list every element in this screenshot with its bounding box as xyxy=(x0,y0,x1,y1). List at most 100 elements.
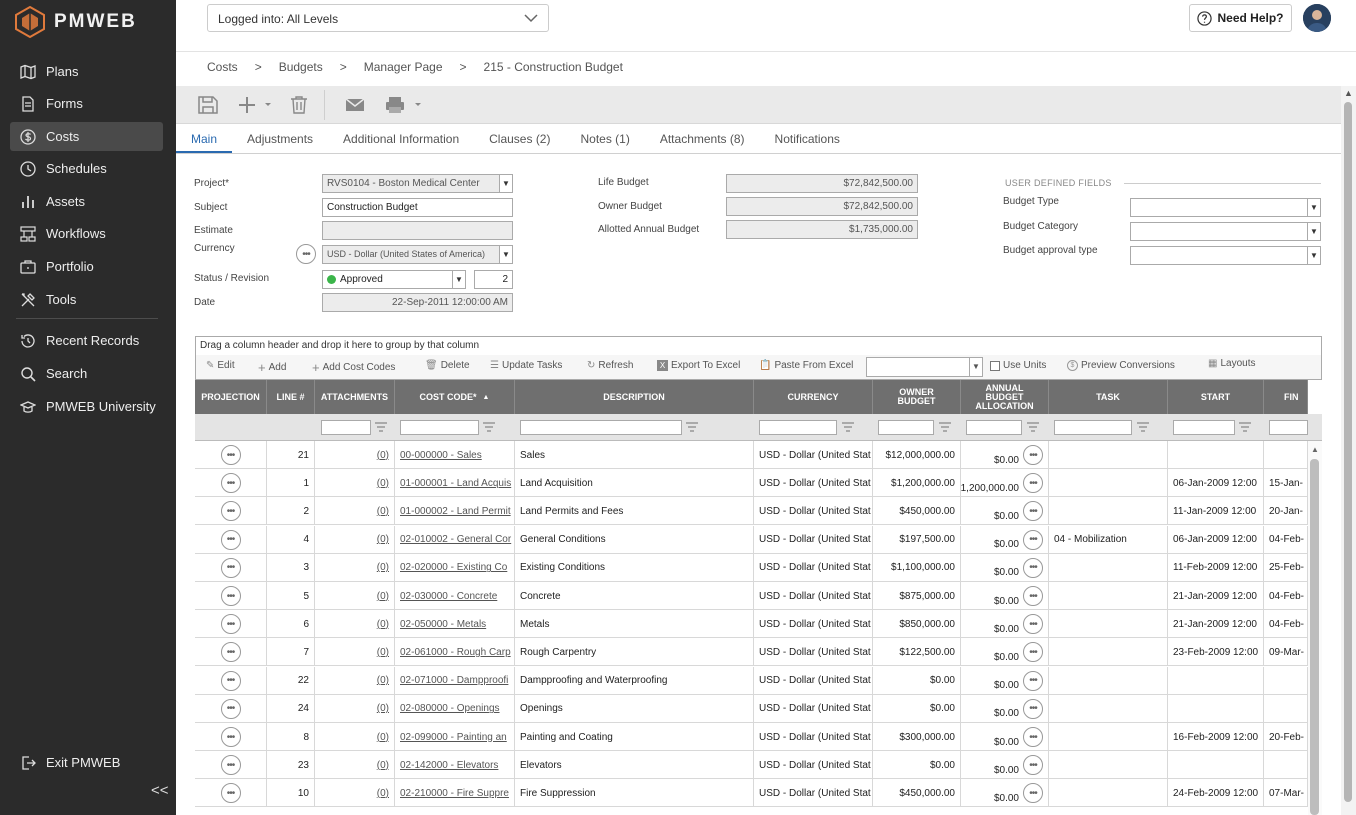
cost-code-cell[interactable]: 02-030000 - Concrete xyxy=(395,582,515,610)
export-to-excel-button[interactable]: X Export To Excel xyxy=(657,360,740,371)
cost-code-cell-text[interactable]: 02-080000 - Openings xyxy=(400,703,500,714)
attachments-cell[interactable]: (0) xyxy=(315,469,395,498)
page-vertical-scrollbar[interactable]: ▲ xyxy=(1341,86,1356,815)
projection-more-icon[interactable]: ••• xyxy=(220,727,241,747)
attachments-cell[interactable]: (0) xyxy=(315,751,395,780)
cost-code-cell[interactable]: 02-010002 - General Cor xyxy=(395,525,515,554)
project-field[interactable]: RVS0104 - Boston Medical Center xyxy=(322,174,500,193)
attachments-cell[interactable]: (0) xyxy=(315,723,395,751)
attachments-cell-text[interactable]: (0) xyxy=(377,478,389,489)
budget-type-dropdown-button[interactable]: ▼ xyxy=(1307,198,1321,217)
table-row[interactable]: ••• 5 (0) 02-030000 - Concrete Concrete USD -… xyxy=(195,582,1308,610)
projection-more-icon[interactable]: ••• xyxy=(220,642,241,663)
grid-scrollbar-thumb[interactable] xyxy=(1310,459,1319,815)
projection-more-icon[interactable]: ••• xyxy=(220,586,241,606)
attachments-cell-text[interactable]: (0) xyxy=(377,591,389,602)
cost-code-cell-text[interactable]: 02-210000 - Fire Suppre xyxy=(400,788,509,799)
grid-view-dropdown-button[interactable]: ▼ xyxy=(969,357,983,377)
cost-code-cell-text[interactable]: 02-030000 - Concrete xyxy=(400,591,497,602)
projection-more-icon[interactable]: ••• xyxy=(220,614,241,635)
grid-edit-button[interactable]: ✎ Edit xyxy=(206,360,235,371)
cost-code-cell-text[interactable]: 02-099000 - Painting an xyxy=(400,732,507,743)
projection-cell[interactable]: ••• xyxy=(195,553,267,582)
project-dropdown-button[interactable]: ▼ xyxy=(499,174,513,193)
projection-more-icon[interactable]: ••• xyxy=(220,473,241,494)
filter-task-input[interactable] xyxy=(1054,420,1132,435)
cost-code-cell[interactable]: 02-210000 - Fire Suppre xyxy=(395,779,515,808)
sidebar-item-assets[interactable]: Assets xyxy=(10,187,163,216)
cost-code-cell[interactable]: 00-000000 - Sales xyxy=(395,441,515,469)
breadcrumb-manager-page[interactable]: Manager Page xyxy=(364,60,443,74)
budget-approval-type-dropdown-button[interactable]: ▼ xyxy=(1307,246,1321,265)
annual-allocation-more-icon[interactable]: ••• xyxy=(1023,727,1043,747)
attachments-cell[interactable]: (0) xyxy=(315,497,395,526)
table-row[interactable]: ••• 24 (0) 02-080000 - Openings Openings USD … xyxy=(195,694,1308,723)
projection-cell[interactable]: ••• xyxy=(195,441,267,469)
sidebar-item-workflows[interactable]: Workflows xyxy=(10,219,163,248)
filter-start-input[interactable] xyxy=(1173,420,1235,435)
projection-more-icon[interactable]: ••• xyxy=(220,529,241,550)
projection-cell[interactable]: ••• xyxy=(195,610,267,639)
cost-code-cell-text[interactable]: 00-000000 - Sales xyxy=(400,450,482,461)
col-finish[interactable]: FIN xyxy=(1264,380,1308,414)
filter-description-input[interactable] xyxy=(520,420,682,435)
tab-notifications[interactable]: Notifications xyxy=(760,124,855,153)
col-owner-budget[interactable]: OWNER BUDGET xyxy=(873,380,961,414)
layouts-button[interactable]: ▦ Layouts xyxy=(1208,358,1255,369)
projection-more-icon[interactable]: ••• xyxy=(220,445,241,465)
cost-code-cell[interactable]: 02-099000 - Painting an xyxy=(395,723,515,751)
table-row[interactable]: ••• 23 (0) 02-142000 - Elevators Elevators US… xyxy=(195,751,1308,780)
sidebar-item-tools[interactable]: Tools xyxy=(10,285,163,314)
page-scroll-up-icon[interactable]: ▲ xyxy=(1344,88,1353,98)
group-by-drop-area[interactable]: Drag a column header and drop it here to… xyxy=(195,336,1322,356)
filter-currency-input[interactable] xyxy=(759,420,837,435)
projection-cell[interactable]: ••• xyxy=(195,638,267,667)
table-row[interactable]: ••• 7 (0) 02-061000 - Rough Carp Rough Carpe… xyxy=(195,638,1308,667)
attachments-cell[interactable]: (0) xyxy=(315,553,395,582)
logo[interactable]: PMWEB xyxy=(14,6,137,38)
col-description[interactable]: DESCRIPTION xyxy=(515,380,754,414)
annual-allocation-more-icon[interactable]: ••• xyxy=(1023,557,1043,578)
attachments-cell[interactable]: (0) xyxy=(315,666,395,695)
scroll-up-icon[interactable]: ▲ xyxy=(1311,445,1319,454)
add-cost-codes-button[interactable]: + Add Cost Codes xyxy=(312,360,395,375)
col-projection[interactable]: PROJECTION xyxy=(195,380,267,414)
attachments-cell[interactable]: (0) xyxy=(315,694,395,723)
cost-code-cell-text[interactable]: 02-050000 - Metals xyxy=(400,619,486,630)
budget-type-field[interactable] xyxy=(1130,198,1308,217)
filter-icon[interactable] xyxy=(1239,422,1251,432)
sidebar-item-recent-records[interactable]: Recent Records xyxy=(10,326,163,355)
avatar[interactable] xyxy=(1303,4,1331,32)
grid-delete-button[interactable]: 🗑 Delete xyxy=(425,360,470,371)
cost-code-cell[interactable]: 02-050000 - Metals xyxy=(395,610,515,639)
table-row[interactable]: ••• 21 (0) 00-000000 - Sales Sales USD - Doll… xyxy=(195,441,1308,469)
cost-code-cell[interactable]: 02-080000 - Openings xyxy=(395,694,515,723)
attachments-cell-text[interactable]: (0) xyxy=(377,534,389,545)
annual-allocation-more-icon[interactable]: ••• xyxy=(1023,586,1043,606)
projection-more-icon[interactable]: ••• xyxy=(220,698,241,719)
sidebar-item-plans[interactable]: Plans xyxy=(10,57,163,86)
cost-code-cell[interactable]: 02-061000 - Rough Carp xyxy=(395,638,515,667)
preview-conversions-button[interactable]: $ Preview Conversions xyxy=(1067,360,1175,371)
subject-field[interactable]: Construction Budget xyxy=(322,198,513,217)
currency-more-button[interactable]: ••• xyxy=(296,244,316,264)
grid-vertical-scrollbar[interactable]: ▲ xyxy=(1308,441,1322,815)
annual-allocation-more-icon[interactable]: ••• xyxy=(1023,755,1043,776)
refresh-button[interactable]: ↻ Refresh xyxy=(587,360,633,371)
sidebar-item-search[interactable]: Search xyxy=(10,359,163,388)
annual-allocation-more-icon[interactable]: ••• xyxy=(1023,473,1043,494)
filter-icon[interactable] xyxy=(375,422,387,432)
cost-code-cell-text[interactable]: 02-142000 - Elevators xyxy=(400,760,498,771)
attachments-cell[interactable]: (0) xyxy=(315,525,395,554)
table-row[interactable]: ••• 4 (0) 02-010002 - General Cor General Co… xyxy=(195,525,1308,554)
annual-allocation-more-icon[interactable]: ••• xyxy=(1023,501,1043,522)
projection-more-icon[interactable]: ••• xyxy=(220,557,241,578)
col-line[interactable]: LINE # xyxy=(267,380,315,414)
col-task[interactable]: TASK xyxy=(1049,380,1168,414)
currency-field[interactable]: USD - Dollar (United States of America) xyxy=(322,245,500,264)
col-start[interactable]: START xyxy=(1168,380,1264,414)
cost-code-cell-text[interactable]: 02-071000 - Dampproofi xyxy=(400,675,508,686)
filter-icon[interactable] xyxy=(686,422,698,432)
attachments-cell-text[interactable]: (0) xyxy=(377,703,389,714)
attachments-cell[interactable]: (0) xyxy=(315,779,395,808)
